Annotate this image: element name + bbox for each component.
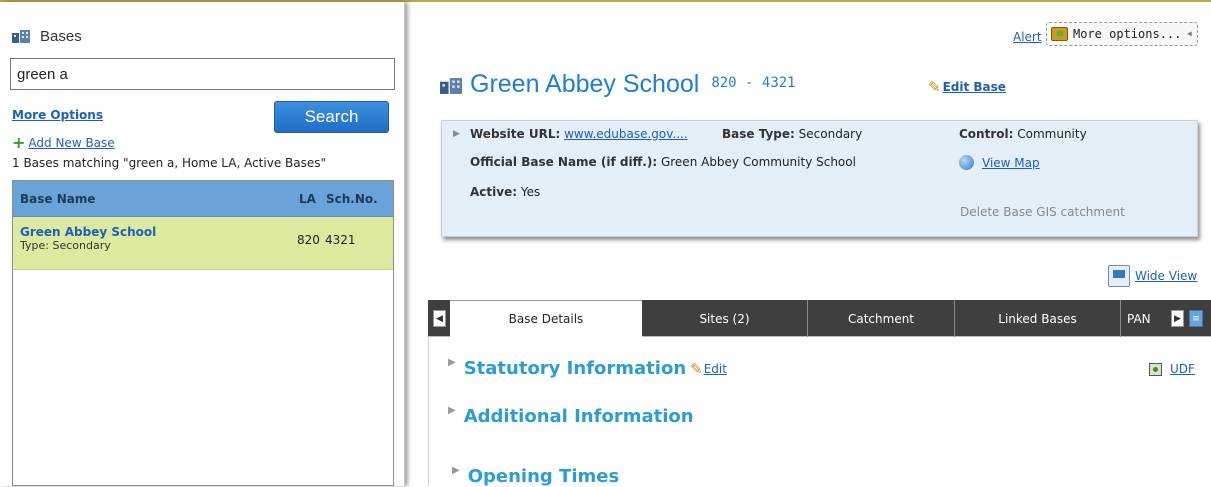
column-header-name[interactable]: Base Name [20,192,96,206]
column-header-sch-no[interactable]: Sch.No. [326,192,378,206]
edit-base[interactable]: ✎ Edit Base [928,78,1006,96]
pencil-icon: ✎ [690,359,703,378]
expand-arrow-icon: ▶ [448,405,456,416]
school-header: Green Abbey School 820 - 4321 [440,70,796,99]
building-icon [12,30,30,43]
school-code: 820 - 4321 [711,74,796,91]
plus-icon: + [12,133,26,152]
more-options-label: More options... [1073,27,1182,41]
tab-sites[interactable]: Sites (2) [642,300,807,337]
globe-icon [959,155,974,170]
base-info-box: ▶ Website URL: www.edubase.gov.... Base … [441,120,1198,237]
add-new-base-link[interactable]: Add New Base [28,136,114,150]
website-label: Website URL: [470,127,561,141]
section-additional-information[interactable]: ▶ Additional Information [448,405,694,427]
official-name-label: Official Base Name (if diff.): [470,155,658,169]
tab-menu-icon[interactable]: ≡ [1189,310,1203,327]
pencil-icon: ✎ [928,78,941,96]
tab-base-details[interactable]: Base Details [450,300,642,337]
edit-link[interactable]: Edit [704,362,727,376]
expand-arrow-icon[interactable]: ▶ [453,129,460,139]
tab-catchment[interactable]: Catchment [808,300,954,337]
section-statutory-information[interactable]: ▶ Statutory Information ✎ Edit [448,357,727,379]
udf-link[interactable]: UDF [1170,362,1195,376]
panel-title: Bases [40,28,82,45]
bases-list: Base Name LA Sch.No. Green Abbey School … [12,180,394,486]
active-label: Active: [470,185,518,199]
tab-linked-bases[interactable]: Linked Bases [955,300,1120,337]
list-item-la: 820 [297,233,320,247]
delete-gis-catchment-link: Delete Base GIS catchment [960,205,1125,219]
section-opening-times[interactable]: ▶ Opening Times [452,465,619,487]
match-summary: 1 Bases matching "green a, Home LA, Acti… [12,156,327,170]
bases-panel: Bases More Options Search + Add New Base… [0,2,405,486]
control-value: Community [1017,127,1087,141]
building-icon [440,78,462,94]
tab-label: PAN [1127,311,1151,326]
list-item-type: Type: Secondary [20,239,111,252]
tab-label: Base Details [508,312,584,326]
expand-arrow-icon: ▶ [452,465,460,476]
section-title[interactable]: Opening Times [468,466,619,487]
website-row: Website URL: www.edubase.gov.... [470,127,688,141]
tab-scroll-right-icon[interactable]: ▶ [1171,310,1184,327]
chevron-left-icon: ◂ [1185,26,1193,40]
edit-statutory[interactable]: ✎ Edit [690,360,727,378]
page-title: Green Abbey School [470,70,700,98]
tab-label: Catchment [847,311,915,326]
bases-header: Bases [12,28,82,45]
alert-link[interactable]: Alert [1013,30,1042,44]
udf[interactable]: UDF [1149,362,1195,376]
search-input[interactable] [10,58,395,90]
wide-view-icon [1108,265,1130,287]
control-label: Control: [959,127,1014,141]
list-header: Base Name LA Sch.No. [13,181,393,217]
base-type-label: Base Type: [722,127,795,141]
more-options-button[interactable]: More options... ◂ [1046,22,1198,46]
wide-view[interactable]: Wide View [1108,265,1197,287]
wide-view-link[interactable]: Wide View [1135,269,1197,283]
section-title[interactable]: Additional Information [464,406,694,427]
base-type-row: Base Type: Secondary [722,127,862,141]
search-button[interactable]: Search [274,101,389,133]
active-row: Active: Yes [470,185,540,199]
tab-label: Sites (2) [699,311,750,326]
section-title[interactable]: Statutory Information [464,358,686,379]
more-options-link[interactable]: More Options [12,108,103,122]
column-header-la[interactable]: LA [299,192,316,206]
list-item[interactable]: Green Abbey School Type: Secondary 820 4… [13,217,393,270]
active-value: Yes [520,185,541,199]
control-row: Control: Community [959,127,1087,141]
expand-arrow-icon: ▶ [448,357,456,368]
tab-label: Linked Bases [998,311,1077,326]
search-button-label: Search [304,107,359,126]
view-map[interactable]: View Map [959,155,1040,170]
official-name-value: Green Abbey Community School [660,155,856,169]
list-item-sch-no: 4321 [325,233,356,247]
edit-base-link[interactable]: Edit Base [943,80,1006,94]
official-name-row: Official Base Name (if diff.): Green Abb… [470,155,856,169]
view-map-link[interactable]: View Map [982,156,1040,170]
tab-pan[interactable]: PAN [1121,300,1167,337]
list-item-name[interactable]: Green Abbey School [20,225,156,239]
tab-bar: ◀ Base Details Sites (2) Catchment Linke… [428,300,1211,337]
website-link[interactable]: www.edubase.gov.... [564,127,688,141]
base-type-value: Secondary [798,127,863,141]
add-new-base[interactable]: + Add New Base [12,133,115,152]
udf-icon [1149,362,1162,376]
briefcase-icon [1051,27,1068,41]
tab-scroll-left-icon[interactable]: ◀ [433,310,446,327]
